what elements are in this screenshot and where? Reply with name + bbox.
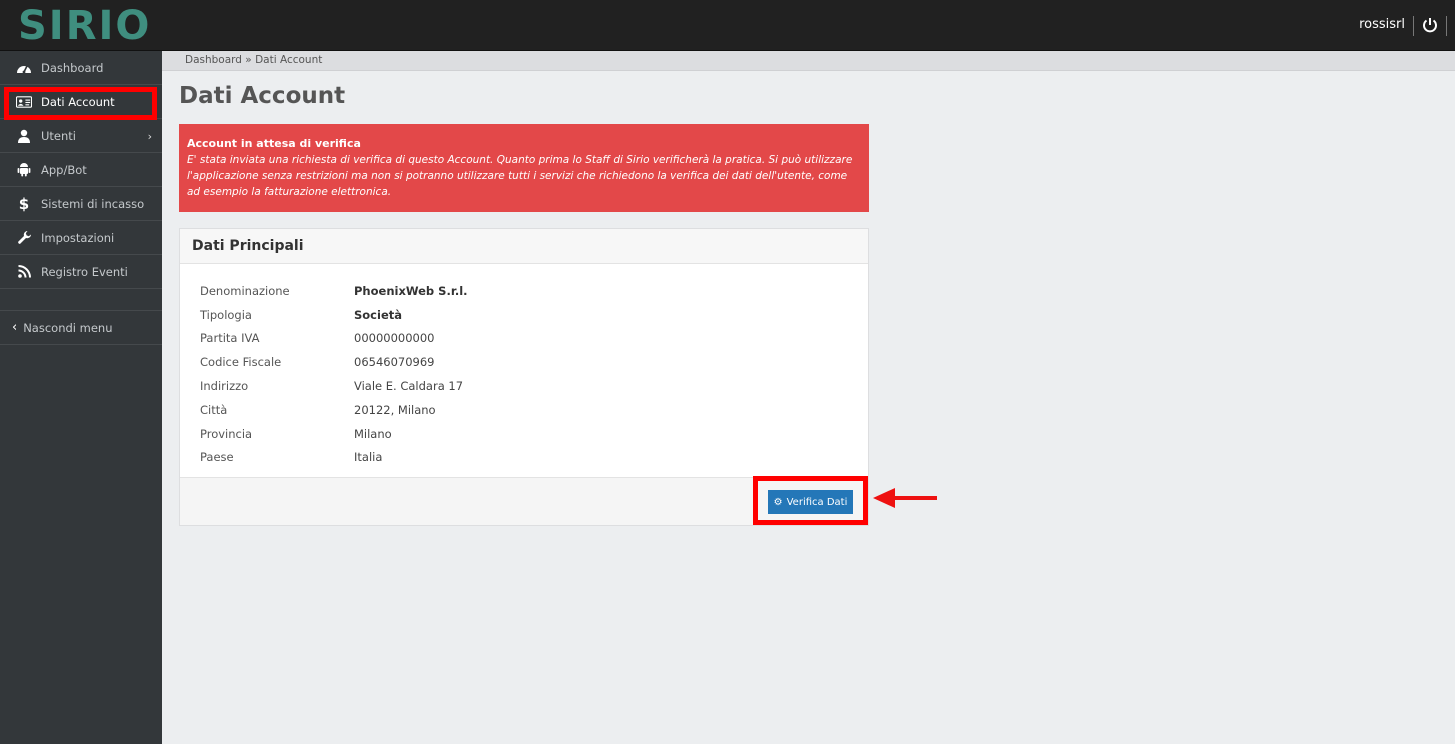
data-key: Partita IVA — [200, 331, 260, 346]
verify-data-label: Verifica Dati — [786, 496, 848, 508]
sidebar-item-registro-eventi[interactable]: Registro Eventi — [0, 255, 162, 289]
rss-icon — [16, 264, 32, 280]
sidebar-item-label: Utenti — [41, 128, 76, 143]
sidebar-spacer — [0, 289, 162, 311]
sidebar-item-label: Dati Account — [41, 94, 115, 109]
sidebar-item-sistemi-di-incasso[interactable]: $ Sistemi di incasso — [0, 187, 162, 221]
data-key: Indirizzo — [200, 379, 249, 394]
top-bar: SIRIO rossisrl — [0, 0, 1455, 51]
sidebar-item-app-bot[interactable]: App/Bot — [0, 153, 162, 187]
data-key: Denominazione — [200, 283, 290, 298]
chevron-right-icon: › — [147, 130, 152, 143]
data-value: 06546070969 — [354, 355, 435, 370]
power-icon[interactable] — [1419, 14, 1441, 36]
android-icon — [16, 162, 32, 178]
sirio-logo[interactable]: SIRIO — [18, 4, 151, 48]
data-row: Tipologia Società — [200, 303, 848, 327]
sidebar-item-utenti[interactable]: Utenti › — [0, 119, 162, 153]
alert-text: E' stata inviata una richiesta di verifi… — [187, 154, 853, 198]
sidebar-item-label: App/Bot — [41, 162, 87, 177]
data-value: 20122, Milano — [354, 402, 436, 417]
data-value: Milano — [354, 426, 392, 441]
data-row: Denominazione PhoenixWeb S.r.l. — [200, 279, 848, 303]
sidebar-item-impostazioni[interactable]: Impostazioni — [0, 221, 162, 255]
data-row: Paese Italia — [200, 446, 848, 470]
sidebar-item-label: Impostazioni — [41, 230, 115, 245]
data-value: Viale E. Caldara 17 — [354, 379, 464, 394]
verification-alert: Account in attesa di verifica E' stata i… — [179, 124, 869, 212]
hide-menu-toggle[interactable]: ‹ Nascondi menu — [0, 311, 162, 345]
top-divider — [1446, 16, 1447, 36]
sidebar-item-dati-account[interactable]: Dati Account — [0, 85, 162, 120]
data-value: Italia — [354, 450, 383, 465]
panel-title: Dati Principali — [180, 229, 868, 264]
gear-icon: ⚙ — [773, 496, 783, 508]
panel-body: Denominazione PhoenixWeb S.r.l. Tipologi… — [180, 264, 868, 478]
data-row: Città 20122, Milano — [200, 398, 848, 422]
chevron-left-icon: ‹ — [12, 320, 18, 335]
data-key: Paese — [200, 450, 234, 465]
hide-menu-label: Nascondi menu — [23, 320, 113, 335]
alert-title: Account in attesa di verifica — [187, 137, 361, 150]
user-icon — [16, 128, 32, 144]
data-key: Provincia — [200, 426, 253, 441]
annotation-arrow-icon — [873, 488, 937, 508]
data-value: Società — [354, 307, 402, 322]
sidebar-item-label: Registro Eventi — [41, 264, 128, 279]
wrench-icon — [16, 230, 32, 246]
id-card-icon — [16, 94, 32, 110]
data-row: Provincia Milano — [200, 422, 848, 446]
data-value: PhoenixWeb S.r.l. — [354, 283, 468, 298]
data-key: Codice Fiscale — [200, 355, 282, 370]
dashboard-icon — [16, 60, 32, 76]
sidebar-item-label: Dashboard — [41, 60, 104, 75]
data-value: 00000000000 — [354, 331, 435, 346]
highlight-box: ⚙ Verifica Dati — [753, 476, 868, 525]
verify-data-button[interactable]: ⚙ Verifica Dati — [768, 490, 853, 514]
user-name[interactable]: rossisrl — [1359, 17, 1405, 32]
dollar-icon: $ — [18, 194, 30, 213]
breadcrumb[interactable]: Dashboard » Dati Account — [162, 51, 1455, 71]
data-row: Codice Fiscale 06546070969 — [200, 350, 848, 374]
data-key: Tipologia — [200, 307, 252, 322]
data-row: Indirizzo Viale E. Caldara 17 — [200, 374, 848, 398]
sidebar-item-label: Sistemi di incasso — [41, 196, 145, 211]
page-title: Dati Account — [179, 83, 346, 109]
data-key: Città — [200, 402, 228, 417]
top-divider — [1413, 16, 1414, 36]
sidebar: Dashboard Dati Account Utenti › App/Bot … — [0, 51, 162, 744]
sidebar-item-dashboard[interactable]: Dashboard — [0, 51, 162, 85]
data-row: Partita IVA 00000000000 — [200, 327, 848, 351]
